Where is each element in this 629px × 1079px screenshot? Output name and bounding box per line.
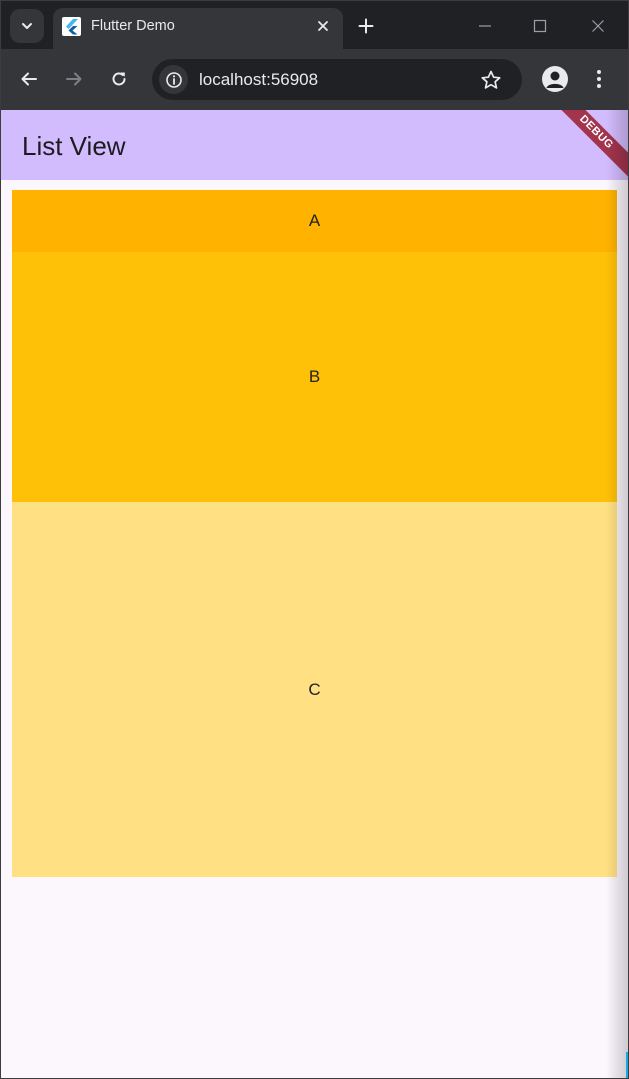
- arrow-right-icon: [66, 72, 82, 86]
- more-vert-icon: [597, 70, 601, 88]
- arrow-left-icon: [21, 72, 37, 86]
- profile-button[interactable]: [542, 66, 568, 92]
- list-item-label: A: [308, 211, 321, 230]
- url-text[interactable]: localhost:56908: [199, 70, 318, 90]
- flutter-logo-icon: [62, 17, 81, 36]
- app-bar: List View: [1, 110, 628, 180]
- back-button[interactable]: [15, 65, 43, 93]
- tab-title: Flutter Demo: [91, 18, 175, 34]
- minimize-button[interactable]: [472, 13, 498, 39]
- maximize-icon: [533, 19, 547, 33]
- list-item-b: B: [12, 252, 617, 502]
- tab-strip: Flutter Demo: [1, 1, 628, 49]
- reload-icon: [112, 72, 126, 86]
- minimize-icon: [479, 25, 491, 27]
- tab-close-button[interactable]: [312, 15, 334, 37]
- person-icon: [546, 71, 564, 88]
- list-item-c: C: [12, 502, 617, 877]
- app-viewport: List View DEBUG A B C: [1, 110, 628, 1078]
- browser-toolbar: localhost:56908: [1, 49, 628, 110]
- star-icon: [481, 70, 501, 89]
- info-icon: [165, 71, 182, 88]
- browser-window: Flutter Demo localhost:56908 List View D…: [0, 0, 629, 1079]
- reload-button[interactable]: [105, 65, 133, 93]
- close-window-button[interactable]: [585, 13, 611, 39]
- bookmark-button[interactable]: [479, 68, 503, 92]
- site-info-button[interactable]: [159, 65, 188, 94]
- forward-button[interactable]: [60, 65, 88, 93]
- tab-flutter-demo[interactable]: Flutter Demo: [53, 8, 343, 49]
- page-title: List View: [22, 131, 126, 161]
- browser-menu-button[interactable]: [589, 66, 609, 92]
- list-item-a: A: [12, 190, 617, 252]
- list-view[interactable]: A B C: [12, 190, 617, 877]
- plus-icon: [358, 18, 374, 34]
- tab-search-button[interactable]: [10, 9, 44, 43]
- window-edge-accent: [626, 1052, 628, 1078]
- close-icon: [318, 21, 328, 31]
- list-item-label: C: [308, 679, 321, 699]
- address-bar[interactable]: localhost:56908: [152, 59, 522, 100]
- chevron-down-icon: [22, 23, 32, 29]
- list-item-label: B: [308, 367, 321, 386]
- maximize-button[interactable]: [527, 13, 553, 39]
- close-window-icon: [592, 20, 604, 32]
- new-tab-button[interactable]: [355, 15, 377, 37]
